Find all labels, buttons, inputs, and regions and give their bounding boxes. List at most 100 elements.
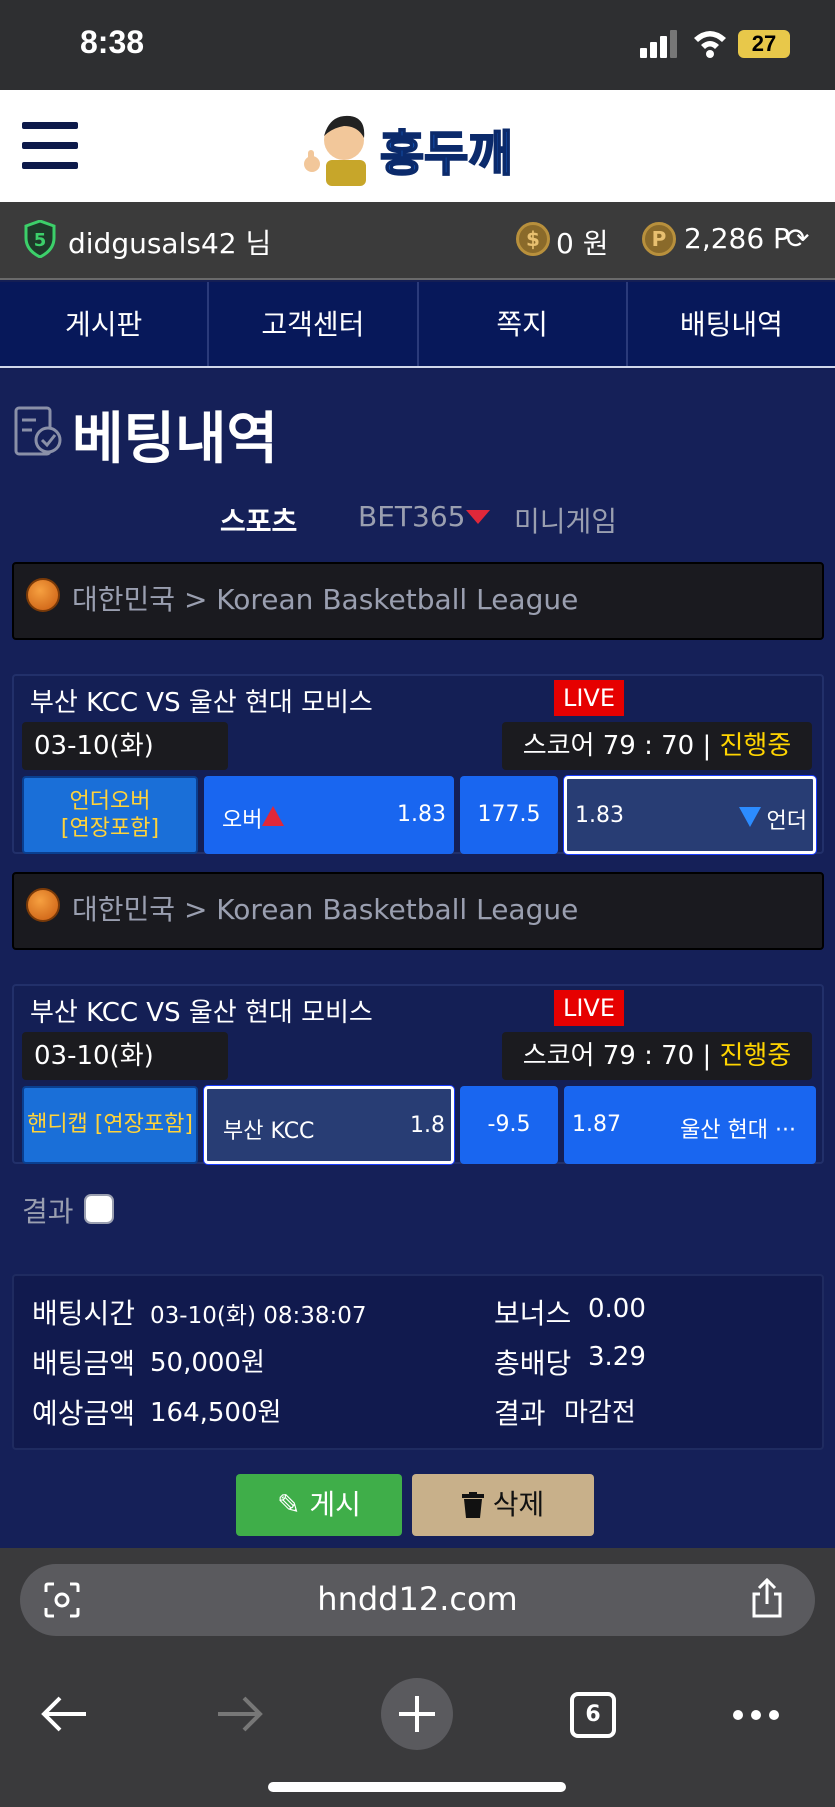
cash-coin-icon: $ bbox=[516, 222, 550, 256]
tab-sports[interactable]: 스포츠 bbox=[220, 500, 297, 540]
bet-summary: 배팅시간 03-10(화) 08:38:07 배팅금액 50,000원 예상금액… bbox=[12, 1274, 824, 1450]
username: didgusals42 님 bbox=[68, 227, 272, 260]
logo[interactable]: 홍두깨 bbox=[300, 108, 540, 188]
bet-history-content: 베팅내역 스포츠 BET365 미니게임 대한민국 > Korean Baske… bbox=[0, 370, 835, 1548]
clock: 8:38 bbox=[80, 24, 145, 60]
summary-result-label: 결과 bbox=[494, 1397, 546, 1430]
pencil-icon: ✎ bbox=[277, 1488, 301, 1521]
odds-away-value: 1.83 bbox=[575, 803, 624, 828]
odds-home-label: 오버 bbox=[222, 808, 263, 833]
expected-value: 164,500원 bbox=[150, 1398, 282, 1428]
cash-amount: 0 원 bbox=[556, 227, 609, 260]
level-shield-icon: 5 bbox=[24, 220, 56, 258]
tabs-button[interactable]: 6 bbox=[570, 1692, 616, 1738]
bet-time-label: 배팅시간 bbox=[32, 1297, 136, 1330]
checklist-icon bbox=[14, 406, 62, 456]
main-nav: 게시판 고객센터 쪽지 배팅내역 bbox=[0, 282, 835, 368]
level-number: 5 bbox=[34, 230, 47, 251]
bet-amount-value: 50,000원 bbox=[150, 1348, 265, 1378]
tab-bet365[interactable]: BET365 bbox=[358, 500, 465, 533]
nav-bet-history[interactable]: 배팅내역 bbox=[628, 282, 835, 366]
match-state: 진행중 bbox=[719, 1041, 792, 1071]
caret-down-icon bbox=[466, 510, 490, 524]
signal-icon bbox=[640, 30, 677, 58]
back-arrow-icon[interactable] bbox=[40, 1694, 88, 1734]
page-title: 베팅내역 bbox=[72, 407, 279, 472]
match-title: 부산 KCC VS 울산 현대 모비스 bbox=[30, 998, 373, 1028]
odds-home-value: 1.8 bbox=[410, 1113, 445, 1138]
status-bar: 8:38 27 bbox=[0, 0, 835, 90]
odds-away[interactable]: 1.87 울산 현대 ··· bbox=[564, 1086, 816, 1164]
post-button[interactable]: ✎ 게시 bbox=[236, 1474, 402, 1536]
result-label: 결과 bbox=[22, 1195, 74, 1228]
match-state: 진행중 bbox=[719, 731, 792, 761]
odds-home-label: 부산 KCC bbox=[223, 1119, 315, 1144]
bet-time-value: 03-10(화) 08:38:07 bbox=[150, 1303, 367, 1329]
match-date: 03-10(화) 19:00 bbox=[22, 1032, 228, 1119]
odds-home[interactable]: 부산 KCC 1.8 bbox=[204, 1086, 454, 1164]
result-checkbox[interactable] bbox=[84, 1194, 114, 1224]
user-bar: 5 didgusals42 님 $ 0 원 P 2,286 P ⟳ bbox=[0, 202, 835, 280]
league-header: 대한민국 > Korean Basketball League bbox=[12, 872, 824, 950]
menu-icon[interactable] bbox=[22, 122, 78, 170]
new-tab-button[interactable] bbox=[381, 1678, 453, 1750]
forward-arrow-icon[interactable] bbox=[216, 1694, 264, 1734]
live-badge: LIVE bbox=[554, 990, 624, 1026]
mascot-icon bbox=[304, 115, 366, 186]
arrow-down-icon bbox=[739, 807, 761, 827]
bet-type: 핸디캡 [연장포함] bbox=[22, 1086, 198, 1164]
share-icon[interactable] bbox=[750, 1578, 784, 1618]
delete-label: 삭제 bbox=[492, 1488, 545, 1521]
score-text: 스코어 79 : 70 | bbox=[522, 1041, 712, 1071]
app-header: 홍두깨 bbox=[0, 90, 835, 202]
address-bar[interactable]: hndd12.com bbox=[20, 1564, 815, 1636]
basketball-icon bbox=[26, 888, 60, 922]
bet-type-line1: 핸디캡 [연장포함] bbox=[27, 1112, 193, 1138]
refresh-icon[interactable]: ⟳ bbox=[786, 222, 809, 255]
basketball-icon bbox=[26, 578, 60, 612]
trash-icon bbox=[461, 1492, 484, 1518]
odds-away-label: 울산 현대 ··· bbox=[680, 1118, 796, 1143]
plus-icon bbox=[399, 1696, 435, 1732]
odds-away[interactable]: 1.83 언더 bbox=[564, 776, 816, 854]
odds-line: 177.5 bbox=[460, 776, 558, 854]
league-path: 대한민국 > Korean Basketball League bbox=[72, 893, 579, 926]
total-odds-label: 총배당 bbox=[494, 1347, 572, 1380]
match-card: 부산 KCC VS 울산 현대 모비스 LIVE 03-10(화) 19:00 … bbox=[12, 674, 824, 854]
points-amount: 2,286 P bbox=[684, 222, 790, 255]
expected-label: 예상금액 bbox=[32, 1397, 136, 1430]
match-title: 부산 KCC VS 울산 현대 모비스 bbox=[30, 688, 373, 718]
score-text: 스코어 79 : 70 | bbox=[522, 731, 712, 761]
nav-customer-center[interactable]: 고객센터 bbox=[209, 282, 419, 366]
url-text: hndd12.com bbox=[317, 1580, 518, 1618]
delete-button[interactable]: 삭제 bbox=[412, 1474, 594, 1536]
bonus-value: 0.00 bbox=[588, 1294, 646, 1324]
bet-type-line2: [연장포함] bbox=[60, 816, 160, 841]
bet-amount-label: 배팅금액 bbox=[32, 1347, 136, 1380]
odds-home[interactable]: 오버 1.83 bbox=[204, 776, 454, 854]
tab-minigame[interactable]: 미니게임 bbox=[514, 500, 617, 540]
total-odds-value: 3.29 bbox=[588, 1342, 646, 1372]
post-label: 게시 bbox=[309, 1488, 361, 1521]
score-box: 스코어 79 : 70 | 진행중 bbox=[502, 1032, 812, 1080]
nav-messages[interactable]: 쪽지 bbox=[419, 282, 628, 366]
logo-text: 홍두깨 bbox=[379, 125, 513, 183]
bet-type-line1: 언더오버 bbox=[69, 788, 151, 814]
bonus-label: 보너스 bbox=[494, 1297, 572, 1330]
wifi-icon bbox=[694, 31, 726, 58]
bet-type: 언더오버 [연장포함] bbox=[22, 776, 198, 854]
home-indicator bbox=[268, 1782, 566, 1792]
league-path: 대한민국 > Korean Basketball League bbox=[72, 583, 579, 616]
odds-away-value: 1.87 bbox=[572, 1112, 621, 1137]
point-coin-icon: P bbox=[642, 222, 676, 256]
browser-toolbar: hndd12.com 6 bbox=[0, 1548, 835, 1807]
score-box: 스코어 79 : 70 | 진행중 bbox=[502, 722, 812, 770]
odds-home-value: 1.83 bbox=[397, 802, 446, 827]
arrow-up-icon bbox=[262, 806, 284, 826]
odds-away-label: 언더 bbox=[766, 809, 807, 834]
more-icon[interactable] bbox=[732, 1708, 780, 1722]
battery-icon: 27 bbox=[738, 30, 790, 58]
match-card: 부산 KCC VS 울산 현대 모비스 LIVE 03-10(화) 19:00 … bbox=[12, 984, 824, 1164]
league-header: 대한민국 > Korean Basketball League bbox=[12, 562, 824, 640]
nav-board[interactable]: 게시판 bbox=[0, 282, 210, 366]
